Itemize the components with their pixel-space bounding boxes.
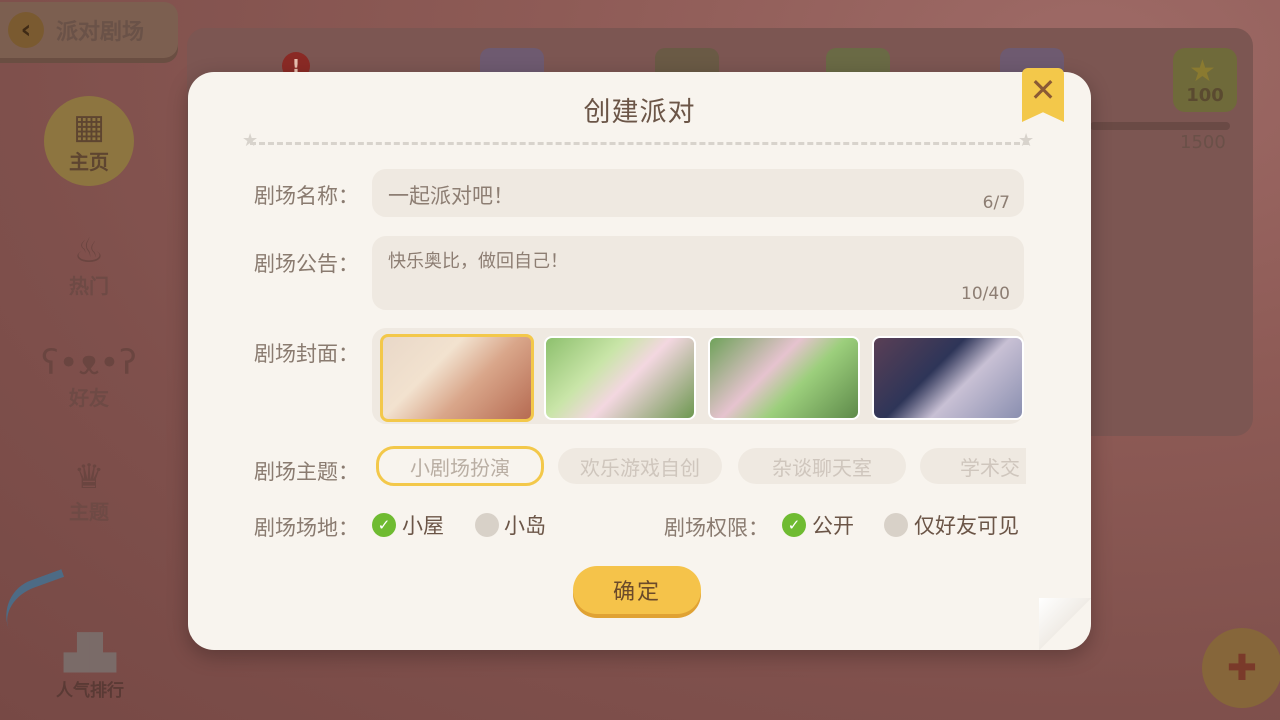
confirm-label: 确定 (612, 580, 661, 605)
theme-list[interactable]: 小剧场扮演 欢乐游戏自创 杂谈聊天室 学术交 (372, 442, 1026, 486)
bear-icon: ʕ•ᴥ•ʔ (41, 342, 137, 383)
name-input[interactable]: 一起派对吧！ 6/7 (372, 169, 1024, 217)
fire-icon: ♨ (73, 230, 105, 271)
cover-list[interactable] (372, 328, 1024, 424)
notice-counter: 10/40 (961, 284, 1010, 304)
permission-radio-public[interactable]: ✓ (782, 513, 806, 537)
progress-bar (1090, 122, 1230, 130)
sidebar-item-label: 主题 (69, 499, 109, 524)
theme-chip[interactable]: 学术交 (920, 448, 1026, 484)
grid-icon: ▦ (72, 106, 106, 147)
sidebar-item-home[interactable]: ▦ 主页 (44, 96, 134, 186)
sidebar-item-label: 好友 (69, 385, 109, 410)
venue-option-label[interactable]: 小屋 (402, 510, 444, 540)
venue-radio-island[interactable] (475, 513, 499, 537)
sidebar-item-label: 热门 (69, 273, 109, 298)
check-icon: ✓ (377, 516, 391, 534)
create-party-dialog: 创建派对 ★ ★ ✕ 剧场名称： 一起派对吧！ 6/7 剧场公告： 快乐奥比，做… (188, 68, 1091, 650)
permission-radio-friends[interactable] (884, 513, 908, 537)
crown-icon: ♛ (73, 456, 105, 497)
dialog-title: 创建派对 (583, 97, 696, 128)
page-curl (1039, 598, 1091, 650)
name-counter: 6/7 (982, 193, 1010, 213)
name-input-value: 一起派对吧！ (388, 184, 514, 208)
notice-input-value: 快乐奥比，做回自己！ (388, 251, 568, 272)
sidebar-item-label: 主页 (69, 149, 109, 174)
cover-option[interactable] (544, 336, 696, 420)
sidebar-item-theme[interactable]: ♛ 主题 (44, 446, 134, 536)
venue-option-label[interactable]: 小岛 (504, 510, 546, 540)
close-icon: ✕ (1029, 71, 1057, 109)
notice-input[interactable]: 快乐奥比，做回自己！ 10/40 (372, 236, 1024, 310)
cover-label: 剧场封面： (254, 342, 359, 366)
venue-label: 剧场场地： (254, 516, 359, 540)
add-party-button[interactable]: ✚ (1202, 628, 1280, 708)
theme-chip[interactable]: 欢乐游戏自创 (558, 448, 722, 484)
title-divider (250, 142, 1029, 145)
firework-icon: ✚ (1226, 647, 1258, 689)
sidebar-item-hot[interactable]: ♨ 热门 (44, 220, 134, 310)
notice-label: 剧场公告： (254, 252, 359, 276)
check-icon: ✓ (787, 516, 801, 534)
venue-radio-house[interactable]: ✓ (372, 513, 396, 537)
theme-label: 剧场主题： (254, 460, 359, 484)
theme-chip[interactable]: 杂谈聊天室 (738, 448, 906, 484)
cover-option[interactable] (708, 336, 860, 420)
name-label: 剧场名称： (254, 184, 359, 208)
cover-option[interactable] (872, 336, 1024, 420)
sidebar-item-friends[interactable]: ʕ•ᴥ•ʔ 好友 (41, 332, 137, 422)
star-icon: ★ (1018, 130, 1035, 151)
star-icon: ★ (1189, 54, 1216, 89)
permission-option-label[interactable]: 公开 (812, 510, 854, 540)
ranking-label: 人气排行 (56, 681, 124, 701)
ranking-button[interactable]: ▟▙ 人气排行 (40, 630, 140, 714)
back-arrow-icon: ‹ (8, 12, 44, 48)
confirm-button[interactable]: 确定 (573, 566, 701, 614)
star-icon: ★ (242, 130, 259, 151)
cover-option[interactable] (380, 334, 534, 422)
back-button[interactable]: ‹ 派对剧场 (0, 2, 178, 58)
permission-label: 剧场权限： (664, 516, 769, 540)
progress-value: 1500 (1180, 132, 1226, 153)
back-label: 派对剧场 (56, 20, 145, 45)
gold-reward[interactable]: ★ 100 (1173, 48, 1237, 112)
permission-option-label[interactable]: 仅好友可见 (914, 510, 1019, 540)
theme-chip[interactable]: 小剧场扮演 (376, 446, 544, 486)
podium-icon: ▟▙ (63, 633, 117, 673)
